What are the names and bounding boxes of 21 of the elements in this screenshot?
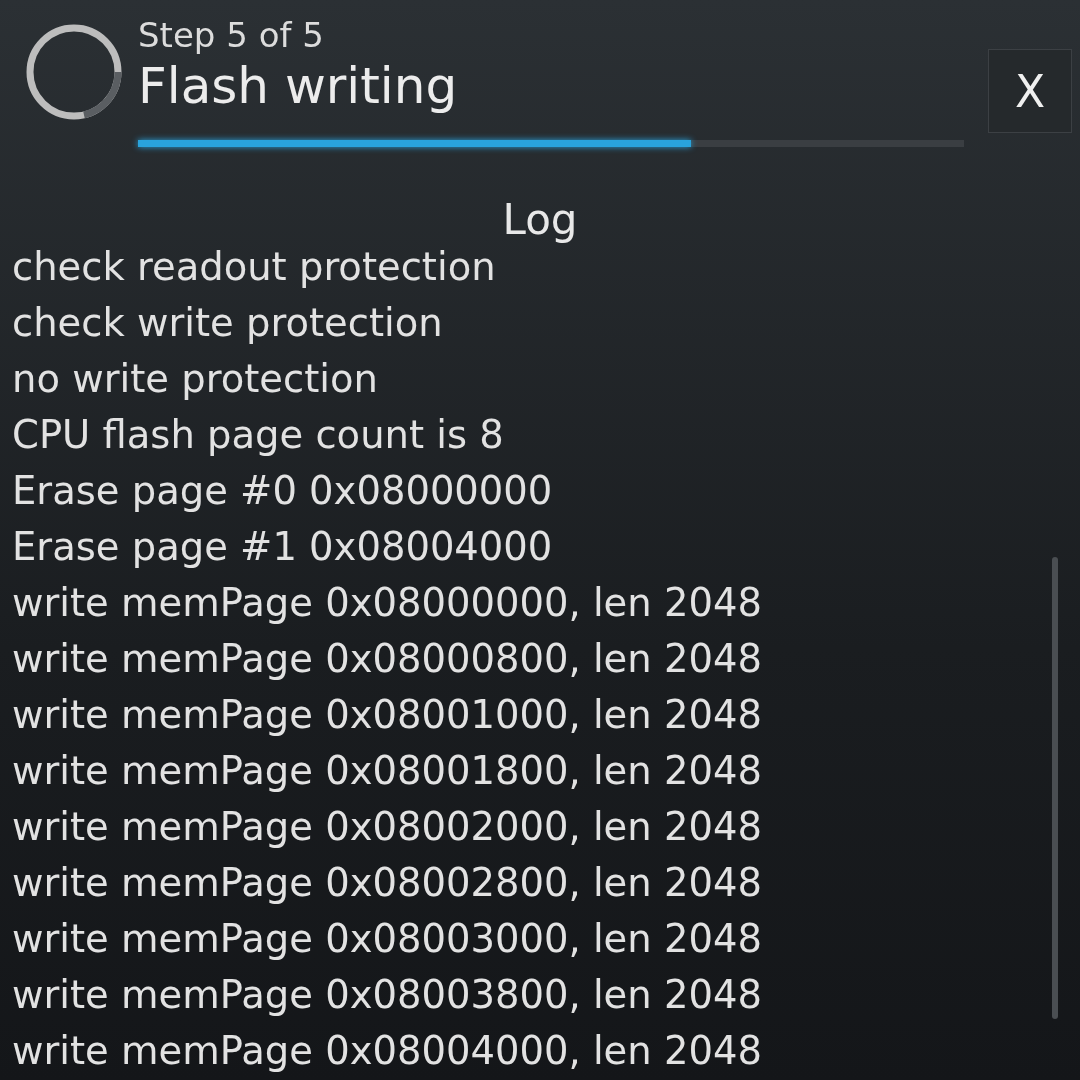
log-line: write memPage 0x08000800, len 2048	[12, 635, 762, 683]
log-line: check readout protection	[12, 243, 497, 291]
log-line: check write protection	[12, 299, 444, 347]
log-line: write memPage 0x08001000, len 2048	[12, 691, 762, 739]
log-line: write memPage 0x08002800, len 2048	[12, 859, 762, 907]
log-line: no write protection	[12, 355, 379, 403]
log-line: write memPage 0x08002000, len 2048	[12, 803, 762, 851]
log-line: write memPage 0x08004000, len 2048	[12, 1027, 762, 1075]
log-title: Log	[501, 195, 579, 245]
spinner-icon	[24, 22, 124, 122]
scrollbar[interactable]	[1052, 557, 1058, 1019]
log-line: write memPage 0x08003800, len 2048	[12, 971, 762, 1019]
log-line: Erase page #1 0x08004000	[12, 523, 554, 571]
step-label: Step 5 of 5	[138, 14, 325, 56]
log-line: write memPage 0x08001800, len 2048	[12, 747, 762, 795]
close-button[interactable]: X	[988, 49, 1072, 133]
log-line: CPU flash page count is 8	[12, 411, 505, 459]
step-title: Flash writing	[138, 56, 459, 116]
log-line: write memPage 0x08000000, len 2048	[12, 579, 762, 627]
log-line: Erase page #0 0x08000000	[12, 467, 554, 515]
log-line: write memPage 0x08003000, len 2048	[12, 915, 762, 963]
